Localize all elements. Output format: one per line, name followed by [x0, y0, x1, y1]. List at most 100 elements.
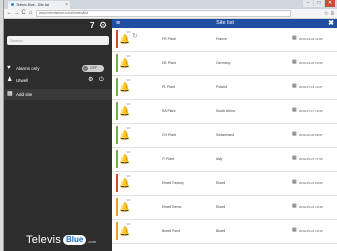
toggle-label: OFF — [90, 66, 97, 70]
last-update: 2019-05-21 09:05 — [299, 181, 323, 185]
tab-title: Televis Blue - Site list — [16, 3, 50, 7]
status-bar — [116, 174, 118, 192]
site-country: Italy — [216, 157, 223, 161]
site-tag: SM — [126, 198, 131, 202]
reload-icon[interactable]: C — [20, 10, 27, 17]
bell-icon: 🔔 — [119, 34, 131, 44]
site-country: Germany — [216, 61, 231, 65]
back-icon[interactable]: ← — [6, 10, 13, 17]
calendar-icon: ▦ — [292, 83, 297, 89]
calendar-icon: ▦ — [292, 203, 297, 209]
sync-icon: ↻ — [132, 33, 138, 40]
settings-gear-icon[interactable]: ⚙ — [99, 20, 107, 31]
heart-icon: ♥ — [7, 65, 11, 71]
calendar-icon: ▦ — [292, 155, 297, 161]
maximize-button[interactable]: □ — [314, 0, 324, 7]
site-list-header: ≡ Site list ✖ — [112, 19, 337, 28]
calendar-icon: ▦ — [292, 131, 297, 137]
site-name: SA Plant — [162, 109, 176, 113]
site-list-panel: ≡ Site list ✖ 🔔 SM ↻ FR Plant France ▦ 2019-04… — [112, 19, 337, 251]
site-name: IT Plant — [162, 157, 174, 161]
last-update: 2019-05-27 17:00 — [299, 157, 323, 161]
site-country: South Africa — [216, 109, 235, 113]
site-row[interactable]: 🔔 SM Elwell Factory Elwell ▦ 2019-05-21 09:05 — [112, 172, 337, 196]
favicon-icon — [11, 3, 14, 6]
logo-badge: Blue — [63, 235, 87, 245]
sidebar-count: 7 — [90, 21, 95, 30]
alarms-only-filter: ♥ Alarms only OFF — [4, 63, 112, 74]
add-site-icon: ▦ — [7, 91, 13, 97]
window-controls: – □ ✕ — [303, 0, 335, 9]
user-icon: ♟ — [7, 77, 13, 83]
site-name: Elwell Demo — [162, 205, 182, 209]
site-tag: SM — [126, 126, 131, 130]
bell-icon: 🔔 — [119, 226, 131, 236]
site-row[interactable]: 🔔 SM IT Plant Italy ▦ 2019-05-27 17:00 — [112, 148, 337, 172]
browser-window: Televis Blue - Site list × – □ ✕ ← → C ⌂… — [3, 0, 337, 251]
site-tag: SM — [126, 222, 131, 226]
site-row[interactable]: 🔔 SM Biwell Fund Biwell ▦ 2019-05-21 10:30 — [112, 220, 337, 244]
toggle-knob — [83, 66, 88, 71]
site-country: Switzerland — [216, 133, 235, 137]
calendar-icon: ▦ — [292, 179, 297, 185]
site-name: Biwell Fund — [162, 229, 181, 233]
last-update: 2019-06-06 08:57 — [299, 133, 323, 137]
site-country: Biwell — [216, 229, 226, 233]
bell-icon: 🔔 — [119, 154, 131, 164]
site-row[interactable]: 🔔 SM Elwell Demo Elwell ▦ 2019-05-21 10:48 — [112, 196, 337, 220]
status-bar — [116, 222, 118, 240]
status-bar — [116, 54, 118, 72]
address-bar[interactable]: www.televisblue.com/#/sites/list — [36, 10, 291, 17]
tab-close-icon[interactable]: × — [65, 1, 68, 9]
site-tag: SM — [126, 174, 131, 178]
browser-tab[interactable]: Televis Blue - Site list × — [8, 1, 70, 9]
site-row[interactable]: 🔔 SM PL Plant Poland ▦ 2019-07-14 14:07 — [112, 76, 337, 100]
close-icon[interactable]: ✖ — [328, 19, 334, 28]
status-bar — [116, 78, 118, 96]
site-name: Elwell Factory — [162, 181, 184, 185]
site-name: CH Plant — [162, 133, 177, 137]
bell-icon: 🔔 — [119, 178, 131, 188]
site-row[interactable]: 🔔 SM SA Plant South Africa ▦ 2019-07-17 16:56 — [112, 100, 337, 124]
site-country: Poland — [216, 85, 227, 89]
site-tag: SM — [126, 78, 131, 82]
status-bar — [116, 126, 118, 144]
browser-menu-icons[interactable]: ☆ ≡ — [323, 10, 334, 17]
home-icon[interactable]: ⌂ — [27, 10, 34, 17]
site-tag: SM — [126, 150, 131, 154]
site-row[interactable]: 🔔 SM ↻ FR Plant France ▦ 2019-04-22 12:06 — [112, 28, 337, 52]
alarms-only-toggle[interactable]: OFF — [82, 65, 104, 72]
site-row[interactable]: 🔔 SM CH Plant Switzerland ▦ 2019-06-06 08:57 — [112, 124, 337, 148]
site-country: Elwell — [216, 205, 226, 209]
sidebar-header: 7 ⚙ — [4, 19, 112, 33]
add-site-button[interactable]: ▦ Add site — [4, 89, 112, 100]
close-window-button[interactable]: ✕ — [325, 0, 335, 7]
site-name: DE Plant — [162, 61, 176, 65]
site-tag: SM — [126, 30, 131, 34]
logo-text: Televis — [26, 234, 62, 246]
bell-icon: 🔔 — [119, 130, 131, 140]
page-title: Site list — [216, 20, 234, 26]
site-row[interactable]: 🔔 SM DE Plant Germany ▦ 2019-04-22 10:55 — [112, 52, 337, 76]
calendar-icon: ▦ — [292, 227, 297, 233]
site-name: PL Plant — [162, 85, 176, 89]
bell-icon: 🔔 — [119, 82, 131, 92]
last-update: 2019-07-17 16:56 — [299, 109, 323, 113]
add-site-label: Add site — [16, 92, 33, 97]
last-update: 2019-05-21 10:30 — [299, 229, 323, 233]
last-update: 2019-05-21 10:48 — [299, 205, 323, 209]
last-update: 2019-04-22 12:06 — [299, 37, 323, 41]
forward-icon[interactable]: → — [13, 10, 20, 17]
user-name: Utwell — [16, 78, 29, 83]
status-bar — [116, 150, 118, 168]
last-update: 2019-07-14 14:07 — [299, 85, 323, 89]
logo: Televis Blue .com — [26, 234, 96, 246]
site-country: Elwell — [216, 181, 226, 185]
search-input[interactable]: Search — [7, 36, 109, 45]
minimize-button[interactable]: – — [303, 0, 313, 7]
browser-toolbar: ← → C ⌂ www.televisblue.com/#/sites/list… — [4, 9, 337, 19]
user-actions-icons[interactable]: ⚙ ⏻ — [88, 75, 106, 86]
browser-titlebar: Televis Blue - Site list × – □ ✕ — [4, 0, 337, 9]
alarms-only-label: Alarms only — [16, 66, 40, 71]
bell-icon: 🔔 — [119, 58, 131, 68]
